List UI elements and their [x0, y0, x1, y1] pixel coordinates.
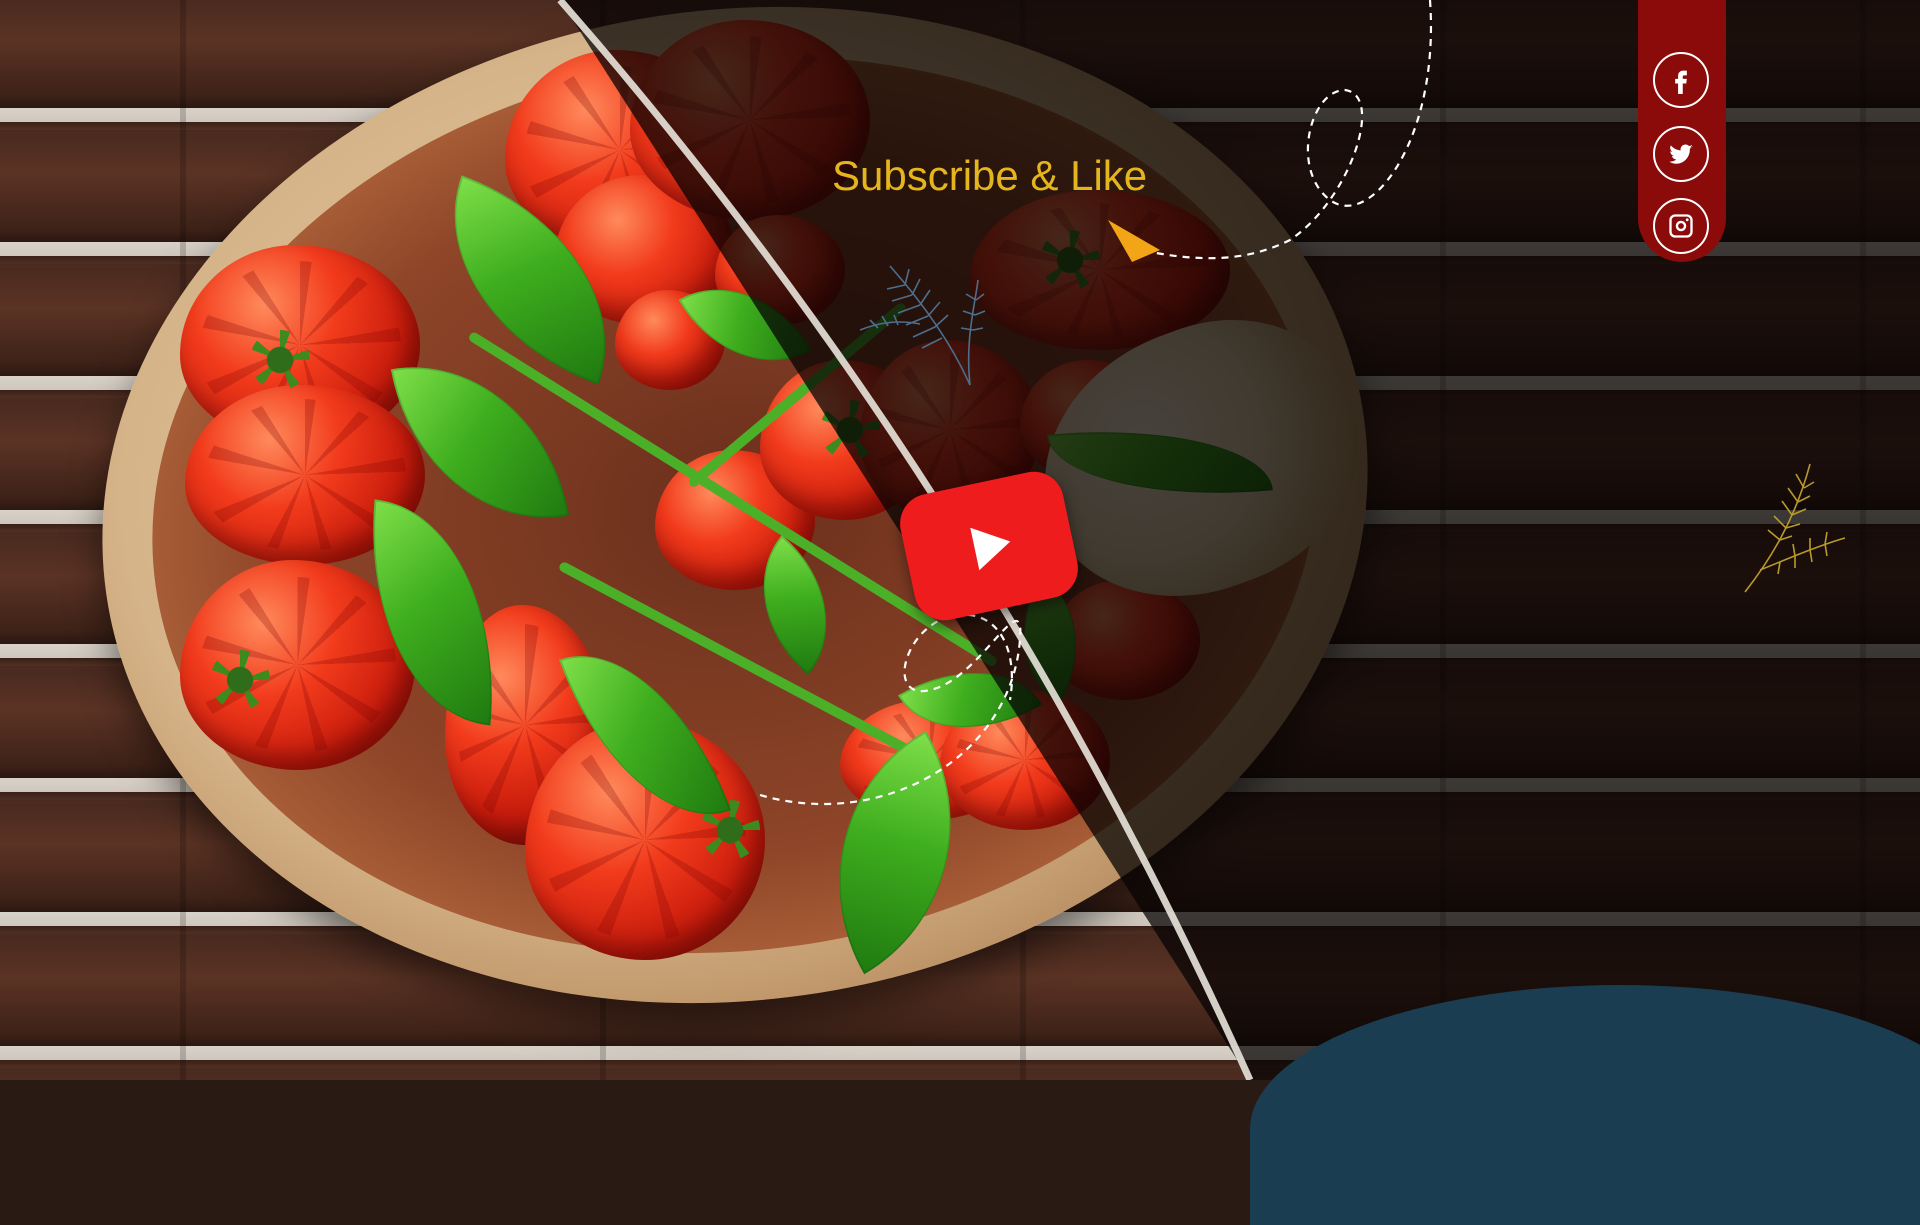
- youtube-play-icon: [970, 527, 1011, 571]
- facebook-button[interactable]: [1653, 52, 1709, 108]
- tomato-stem: [210, 650, 270, 710]
- instagram-icon: [1669, 214, 1693, 238]
- social-bar: [1638, 0, 1726, 262]
- twitter-icon: [1669, 144, 1693, 164]
- tomato-stem: [250, 330, 310, 390]
- subscribe-like-text: Subscribe & Like: [832, 152, 1148, 199]
- instagram-button[interactable]: [1653, 198, 1709, 254]
- twitter-button[interactable]: [1653, 126, 1709, 182]
- facebook-icon: [1675, 70, 1687, 94]
